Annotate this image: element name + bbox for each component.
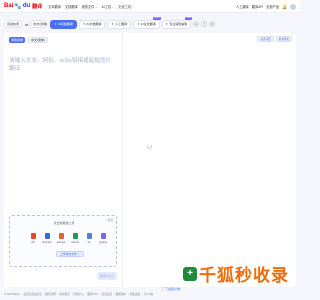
watermark-logo-icon: + bbox=[183, 266, 197, 281]
supported-formats: pdf docx/doc pptx/ppt xlsx/xls txt jpg/p… bbox=[28, 233, 112, 244]
footer-link[interactable]: 翻译官网 bbox=[45, 292, 55, 296]
nav-my-files[interactable]: 我的文件⌄ bbox=[82, 4, 98, 9]
source-lang-chip[interactable]: 中文(简体) bbox=[28, 37, 49, 43]
source-input[interactable]: 请输入文本、网址、arXiv链接或粘贴图片 翻译 bbox=[9, 57, 117, 73]
nav-human-translate[interactable]: 人工翻译 bbox=[236, 4, 249, 9]
format-pptx: pptx/ppt bbox=[56, 233, 66, 244]
nav-translate-api[interactable]: 翻译API bbox=[252, 4, 264, 9]
footer-link[interactable]: 帮助中心 bbox=[73, 292, 83, 296]
watermark-text: 千狐秒收录 bbox=[199, 266, 289, 285]
tab-ai-style-translate[interactable]: ✦ AI风格翻译 bbox=[50, 19, 77, 29]
target-toolbar: 双语对照 复制译文 bbox=[255, 36, 292, 42]
excel-file-icon bbox=[72, 233, 78, 239]
bell-icon[interactable]: 🔔 bbox=[282, 4, 287, 9]
function-bar: 自动检测 ⇄ 中文(简体) ✦ AI风格翻译 ✦ AI文档翻译 ✦ 人工翻译 ✦… bbox=[4, 16, 296, 30]
source-toolbar: 通用领域 中文(简体) bbox=[9, 37, 51, 43]
logo-du: du bbox=[22, 3, 31, 9]
footer-link[interactable]: 使用百度前必读 bbox=[23, 292, 41, 296]
feedback-link[interactable]: ◐ 反馈 bbox=[106, 218, 113, 222]
new-badge: NEW bbox=[153, 16, 161, 20]
footer-link[interactable]: 翻译APP bbox=[87, 292, 97, 296]
top-right-nav: 人工翻译 翻译API 全部产品 🔔 bbox=[233, 0, 296, 13]
watermark: + 千狐秒收录 bbox=[183, 261, 289, 286]
file-upload-dropzone[interactable]: 点击或拖拽上传 ◐ 反馈 pdf docx/doc pptx/ppt xlsx/… bbox=[9, 215, 117, 267]
tab-human-translate[interactable]: ✦ 人工翻译 bbox=[107, 19, 132, 29]
new-badge: NEW bbox=[185, 16, 193, 20]
avatar[interactable] bbox=[290, 3, 296, 10]
chevron-down-icon: ⌄ bbox=[94, 4, 98, 9]
upload-title: 点击或拖拽上传 bbox=[53, 221, 75, 225]
swap-languages-icon[interactable]: ⇄ bbox=[25, 22, 28, 27]
sparkle-icon: ✦ bbox=[137, 22, 140, 26]
panel-divider bbox=[122, 33, 123, 287]
format-docx: docx/doc bbox=[42, 233, 52, 244]
translate-panel: 通用领域 中文(简体) 双语对照 复制译文 请输入文本、网址、arXiv链接或粘… bbox=[4, 33, 296, 287]
footer-link[interactable]: 京ICP备 bbox=[144, 292, 154, 296]
logo-bai: Bai bbox=[4, 3, 14, 9]
baidu-paw-icon: 🐾 bbox=[14, 3, 22, 10]
nav-doc-translate[interactable]: 文档翻译 bbox=[65, 4, 78, 9]
chevron-down-icon: ⌄ bbox=[131, 4, 135, 9]
nav-culture-tools[interactable]: 文化工具⌄ bbox=[118, 4, 134, 9]
txt-file-icon bbox=[86, 233, 92, 239]
ppt-file-icon bbox=[58, 233, 64, 239]
sparkle-icon: ✦ bbox=[82, 22, 86, 26]
format-txt: txt bbox=[84, 233, 94, 244]
format-pdf: pdf bbox=[28, 233, 38, 244]
footer-copyright: © 2025 Baidu bbox=[4, 292, 20, 296]
domain-select[interactable]: 通用领域 bbox=[9, 37, 26, 43]
word-file-icon bbox=[44, 233, 50, 239]
target-language-select[interactable]: 中文(简体) bbox=[30, 20, 47, 28]
top-navbar: Bai 🐾 du 翻译 文本翻译 文档翻译 我的文件⌄ AI工具⌄ 文化工具⌄ … bbox=[0, 0, 300, 13]
sparkle-icon: ✦ bbox=[54, 22, 58, 26]
translate-button[interactable]: 翻译(⌘⏎) bbox=[97, 272, 117, 280]
source-language-select[interactable]: 自动检测 bbox=[4, 20, 22, 28]
history-icon[interactable]: ◷ bbox=[201, 21, 208, 27]
image-link[interactable]: 图片 bbox=[100, 58, 111, 64]
pdf-file-icon bbox=[30, 233, 36, 239]
copy-translation-button[interactable]: 复制译文 bbox=[275, 36, 292, 42]
settings-icon[interactable]: ⚙ bbox=[209, 21, 216, 27]
footer-link[interactable]: 联系我们 bbox=[59, 292, 69, 296]
logo-fanyi: 翻译 bbox=[32, 3, 43, 10]
nav-all-products[interactable]: 全部产品 bbox=[266, 4, 279, 9]
nav-text-translate[interactable]: 文本翻译 bbox=[48, 4, 61, 9]
footer-link[interactable]: 意见反馈 bbox=[102, 292, 112, 296]
tab-ai-paper-translate[interactable]: ✦ AI论文翻译 NEW bbox=[133, 16, 161, 29]
format-xlsx: xlsx/xls bbox=[70, 233, 80, 244]
footer: © 2025 Baidu | 使用百度前必读 | 翻译官网 | 联系我们 | 帮助中心 |… bbox=[4, 292, 154, 297]
footer-link[interactable]: 隐私政策 bbox=[130, 292, 140, 296]
sparkle-icon: ✦ bbox=[111, 22, 115, 26]
tab-ai-doc-translate[interactable]: ✦ AI文档翻译 bbox=[78, 19, 106, 29]
baidu-translate-logo[interactable]: Bai 🐾 du 翻译 bbox=[4, 3, 42, 10]
footer-link[interactable]: 数据保护 bbox=[116, 292, 126, 296]
format-image: jpg/png bbox=[98, 233, 108, 244]
nav-ai-tools[interactable]: AI工具⌄ bbox=[102, 4, 115, 9]
image-file-icon bbox=[100, 233, 106, 239]
upload-local-file-button[interactable]: 上传本地文件 ⌄ bbox=[56, 251, 84, 257]
add-icon[interactable]: ⊕ bbox=[193, 21, 200, 27]
bilingual-button[interactable]: 双语对照 bbox=[257, 36, 274, 42]
chevron-down-icon: ⌄ bbox=[111, 4, 115, 9]
sparkle-icon: ✦ bbox=[165, 22, 169, 26]
loading-spinner-icon bbox=[147, 144, 152, 149]
tab-polish-editing[interactable]: ✦ 专业润色编辑 NEW bbox=[161, 16, 193, 29]
